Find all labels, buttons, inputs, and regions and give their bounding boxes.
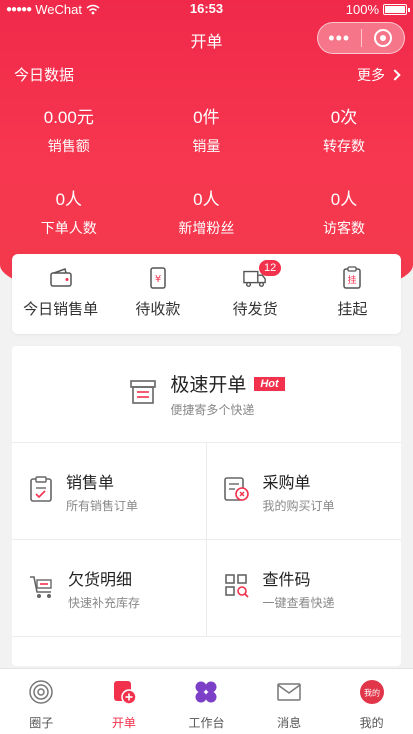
menu-backorder[interactable]: 欠货明细 快速补充库存 xyxy=(12,540,207,637)
qr-search-icon xyxy=(223,572,251,605)
menu-sales-order[interactable]: 销售单 所有销售订单 xyxy=(12,443,207,540)
stats-row-2: 0人 下单人数 0人 新增粉丝 0人 访客数 xyxy=(0,188,413,238)
circle-icon xyxy=(28,679,54,710)
receipt-yen-icon: ¥ xyxy=(146,266,170,290)
tab-circle[interactable]: 圈子 xyxy=(0,669,83,734)
capsule-close-icon xyxy=(373,29,392,47)
menu-subtitle: 一键查看快递 xyxy=(262,595,335,610)
tab-order[interactable]: 开单 xyxy=(83,669,166,734)
tab-profile[interactable]: 我的 我的 xyxy=(330,669,413,734)
workbench-icon xyxy=(193,679,219,710)
quick-label: 今日销售单 xyxy=(23,301,99,318)
quick-actions-card: 今日销售单 ¥ 待收款 12 待发货 挂 挂起 xyxy=(12,254,401,334)
tab-label: 工作台 xyxy=(188,716,225,730)
profile-icon: 我的 xyxy=(359,679,385,710)
more-dots-icon[interactable]: ••• xyxy=(318,22,361,54)
stat-value: 0件 xyxy=(193,108,220,127)
purchase-order-icon xyxy=(223,475,251,508)
fast-order-subtitle: 便捷寄多个快递 xyxy=(170,403,255,417)
stat-label: 新增粉丝 xyxy=(178,220,235,236)
sales-order-icon xyxy=(28,475,54,508)
battery-icon xyxy=(383,4,410,15)
fast-order-button[interactable]: 极速开单 Hot 便捷寄多个快递 xyxy=(12,346,401,443)
stat-value: 0人 xyxy=(330,190,358,209)
quick-label: 待发货 xyxy=(232,301,278,318)
menu-purchase-order[interactable]: 采购单 我的购买订单 xyxy=(206,443,401,540)
svg-text:¥: ¥ xyxy=(155,274,161,285)
quick-on-hold[interactable]: 挂 挂起 xyxy=(304,254,401,334)
more-label: 更多 xyxy=(357,66,385,83)
fast-order-title: 极速开单 xyxy=(170,375,247,396)
hot-badge: Hot xyxy=(254,376,285,391)
stat-value: 0次 xyxy=(330,108,358,127)
tab-label: 消息 xyxy=(277,716,302,730)
menu-title: 采购单 xyxy=(262,474,311,492)
today-data-header: 今日数据 更多 xyxy=(14,64,401,85)
today-data-title: 今日数据 xyxy=(14,67,75,84)
battery-percent: 100% xyxy=(345,2,379,17)
stat-value: 0人 xyxy=(193,190,220,209)
pending-shipment-badge: 12 xyxy=(259,260,282,276)
menu-tracking-code[interactable]: 查件码 一键查看快递 xyxy=(206,540,401,637)
stat-new-fans[interactable]: 0人 新增粉丝 xyxy=(138,188,276,238)
more-link[interactable]: 更多 xyxy=(357,65,401,85)
mail-icon xyxy=(276,679,302,710)
quick-pending-shipment[interactable]: 12 待发货 xyxy=(207,254,304,334)
fast-order-icon xyxy=(128,377,158,412)
stats-row-1: 0.00元 销售额 0件 销量 0次 转存数 xyxy=(0,106,413,156)
cart-icon xyxy=(28,572,56,605)
tab-messages[interactable]: 消息 xyxy=(248,669,331,734)
quick-label: 待收款 xyxy=(135,301,181,318)
menu-subtitle: 所有销售订单 xyxy=(66,498,139,513)
miniprogram-capsule: ••• xyxy=(317,22,405,54)
stat-label: 销售额 xyxy=(47,138,90,154)
stat-label: 转存数 xyxy=(322,138,365,154)
clipboard-hang-icon: 挂 xyxy=(340,266,364,290)
stat-buyers[interactable]: 0人 下单人数 xyxy=(0,188,138,238)
tab-label: 我的 xyxy=(359,716,384,730)
chevron-right-icon xyxy=(389,68,401,81)
stat-sales-volume[interactable]: 0件 销量 xyxy=(138,106,276,156)
stat-saves[interactable]: 0次 转存数 xyxy=(275,106,413,156)
order-add-icon xyxy=(111,679,137,710)
menu-title: 欠货明细 xyxy=(68,571,133,589)
capsule-close-button[interactable] xyxy=(361,29,404,47)
quick-pending-payment[interactable]: ¥ 待收款 xyxy=(109,254,206,334)
tab-label: 圈子 xyxy=(29,716,54,730)
stat-sales-amount[interactable]: 0.00元 销售额 xyxy=(0,106,138,156)
svg-text:我的: 我的 xyxy=(364,688,380,698)
quick-today-sales[interactable]: 今日销售单 xyxy=(12,254,109,334)
menu-title: 查件码 xyxy=(262,571,311,589)
menu-subtitle: 我的购买订单 xyxy=(262,498,335,513)
stat-label: 访客数 xyxy=(322,220,365,236)
status-bar: ●●●●● WeChat 16:53 100% xyxy=(0,0,413,20)
quick-label: 挂起 xyxy=(337,301,368,318)
bottom-tab-bar: 圈子 开单 工作台 消息 我的 我的 xyxy=(0,668,413,734)
menu-title: 销售单 xyxy=(66,474,115,492)
stat-value: 0.00元 xyxy=(43,108,94,127)
svg-text:挂: 挂 xyxy=(348,274,357,286)
menu-subtitle: 快速补充库存 xyxy=(68,595,141,610)
stat-label: 销量 xyxy=(192,138,221,154)
wallet-icon xyxy=(49,266,73,290)
tab-workbench[interactable]: 工作台 xyxy=(165,669,248,734)
order-menu-panel: 极速开单 Hot 便捷寄多个快递 销售单 所有销售订单 采购单 我的购买订单 欠… xyxy=(12,346,401,666)
tab-label: 开单 xyxy=(111,716,136,730)
stat-value: 0人 xyxy=(55,190,83,209)
stat-label: 下单人数 xyxy=(40,220,97,236)
stat-visitors[interactable]: 0人 访客数 xyxy=(275,188,413,238)
